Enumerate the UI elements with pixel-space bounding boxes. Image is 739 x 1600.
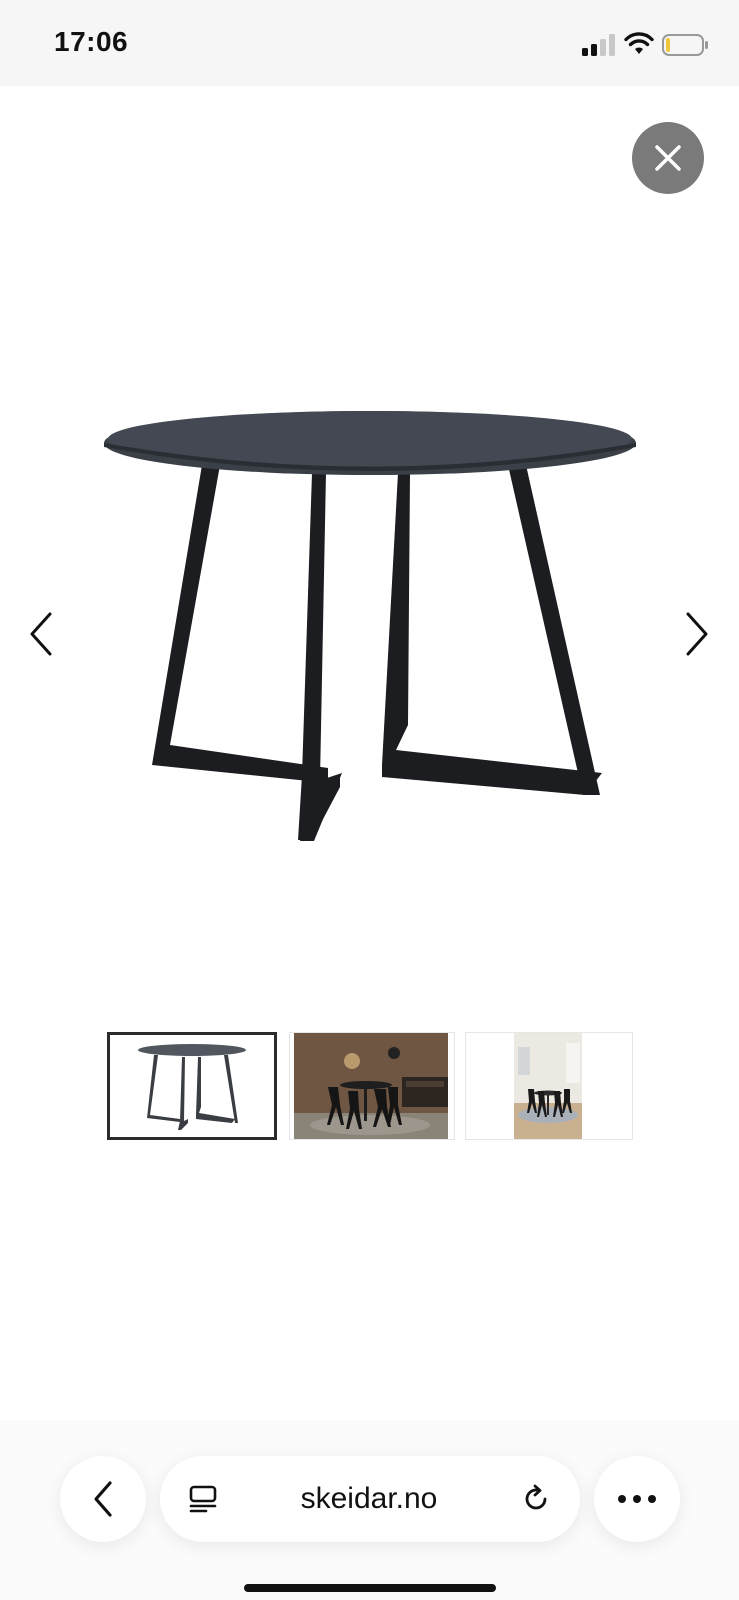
reload-icon[interactable]: [520, 1483, 552, 1515]
thumbnail-product-front[interactable]: [107, 1032, 277, 1140]
next-image-button[interactable]: [680, 608, 714, 660]
tab-overview-icon[interactable]: [188, 1484, 218, 1514]
product-image-main: [104, 411, 636, 841]
more-dots-icon: [618, 1495, 656, 1503]
thumbnail-bright-room-image: [466, 1033, 632, 1139]
previous-image-button[interactable]: [24, 608, 58, 660]
thumbnail-bright-room-scene[interactable]: [465, 1032, 633, 1140]
browser-back-button[interactable]: [60, 1456, 146, 1542]
thumbnail-dining-room-image: [290, 1033, 454, 1139]
close-icon: [655, 145, 681, 171]
address-bar[interactable]: skeidar.no: [160, 1456, 580, 1542]
thumbnail-table-image: [110, 1035, 274, 1137]
close-button[interactable]: [632, 122, 704, 194]
tabletop: [104, 411, 636, 475]
cellular-signal-icon: [582, 34, 615, 56]
url-text[interactable]: skeidar.no: [301, 1482, 438, 1516]
status-bar: 17:06: [0, 0, 739, 86]
battery-icon: [662, 34, 708, 56]
chevron-left-icon: [94, 1481, 112, 1517]
more-options-button[interactable]: [594, 1456, 680, 1542]
wifi-icon: [624, 32, 654, 54]
status-time: 17:06: [54, 26, 129, 57]
table-legs: [152, 465, 602, 841]
thumbnail-dining-room-scene[interactable]: [289, 1032, 455, 1140]
home-indicator: [244, 1584, 496, 1592]
